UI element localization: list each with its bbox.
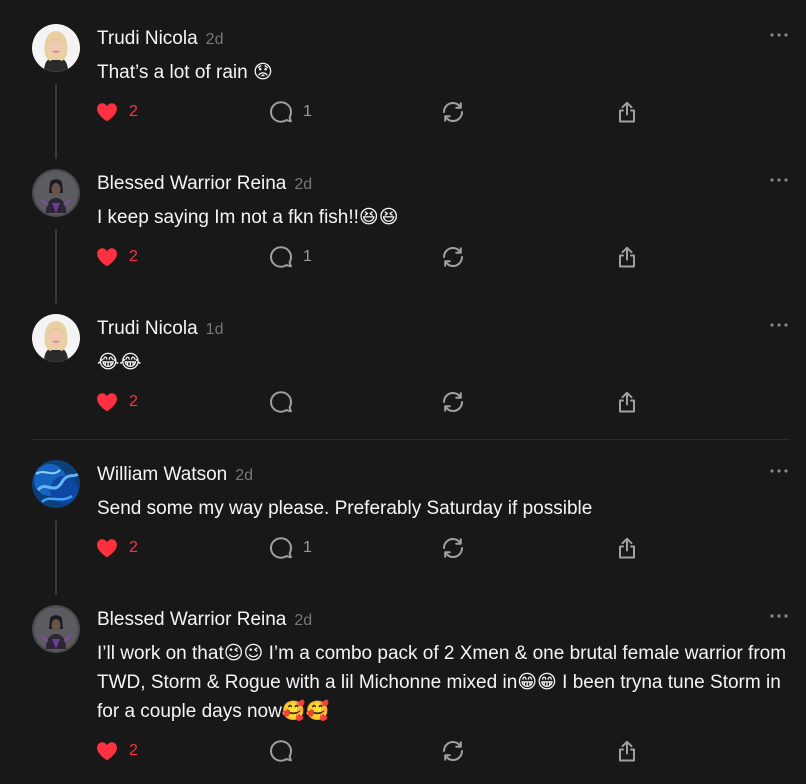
heart-icon [95, 245, 119, 269]
repost-icon [441, 390, 465, 414]
like-count: 2 [129, 248, 138, 265]
post-header: Trudi Nicola 2d [97, 27, 223, 52]
post-header: Blessed Warrior Reina 2d [97, 608, 312, 633]
action-bar: 2 1 [95, 535, 655, 561]
post-header: Trudi Nicola 1d [97, 317, 223, 342]
repost-icon [441, 245, 465, 269]
post-time: 1d [205, 321, 224, 338]
like-button[interactable]: 2 [95, 389, 138, 415]
repost-button[interactable] [441, 738, 465, 764]
thread-line [55, 229, 57, 304]
comment-icon [269, 100, 293, 124]
comment-icon [269, 739, 293, 763]
share-button[interactable] [615, 389, 639, 415]
share-button[interactable] [615, 738, 639, 764]
post-text: That’s a lot of rain 😟 [97, 62, 273, 83]
more-icon[interactable] [768, 173, 790, 187]
like-count: 2 [129, 742, 138, 759]
share-icon [615, 536, 639, 560]
share-button[interactable] [615, 244, 639, 270]
share-icon [615, 739, 639, 763]
more-icon[interactable] [768, 28, 790, 42]
like-count: 2 [129, 539, 138, 556]
repost-icon [441, 536, 465, 560]
more-icon[interactable] [768, 464, 790, 478]
avatar[interactable] [32, 169, 80, 217]
post-text: Send some my way please. Preferably Satu… [97, 498, 593, 519]
thread-line [55, 520, 57, 595]
post-header: Blessed Warrior Reina 2d [97, 172, 312, 197]
post-text: I’ll work on that😉😉 I’m a combo pack of … [97, 643, 787, 722]
more-icon[interactable] [768, 318, 790, 332]
share-icon [615, 245, 639, 269]
post-time: 2d [235, 467, 253, 484]
action-bar: 2 1 [95, 99, 655, 125]
reply-button[interactable]: 1 [269, 535, 312, 561]
comment-icon [269, 245, 293, 269]
post-time: 2d [294, 176, 313, 193]
like-button[interactable]: 2 [95, 738, 138, 764]
avatar[interactable] [32, 460, 80, 508]
thread-divider [32, 439, 790, 440]
like-count: 2 [129, 393, 138, 410]
action-bar: 2 [95, 389, 655, 415]
avatar[interactable] [32, 314, 80, 362]
action-bar: 2 [95, 738, 655, 764]
like-count: 2 [129, 103, 138, 120]
avatar[interactable] [32, 605, 80, 653]
repost-icon [441, 100, 465, 124]
heart-icon [95, 390, 119, 414]
reply-button[interactable] [269, 389, 303, 415]
like-button[interactable]: 2 [95, 244, 138, 270]
heart-icon [95, 536, 119, 560]
like-button[interactable]: 2 [95, 535, 138, 561]
repost-icon [441, 739, 465, 763]
repost-button[interactable] [441, 99, 465, 125]
post-header: William Watson 2d [97, 463, 253, 488]
heart-icon [95, 739, 119, 763]
post-text: I keep saying Im not a fkn fish!!😆😆 [97, 207, 399, 228]
username[interactable]: William Watson [97, 464, 227, 485]
thread-line [55, 84, 57, 159]
like-button[interactable]: 2 [95, 99, 138, 125]
share-button[interactable] [615, 99, 639, 125]
reply-count: 1 [303, 539, 312, 556]
repost-button[interactable] [441, 389, 465, 415]
reply-count: 1 [303, 103, 312, 120]
username[interactable]: Blessed Warrior Reina [97, 173, 286, 194]
username[interactable]: Trudi Nicola [97, 318, 198, 339]
comment-icon [269, 390, 293, 414]
repost-button[interactable] [441, 244, 465, 270]
reply-button[interactable] [269, 738, 303, 764]
username[interactable]: Blessed Warrior Reina [97, 609, 286, 630]
post-time: 2d [205, 31, 224, 48]
more-icon[interactable] [768, 609, 790, 623]
share-icon [615, 100, 639, 124]
avatar[interactable] [32, 24, 80, 72]
share-button[interactable] [615, 535, 639, 561]
reply-button[interactable]: 1 [269, 244, 312, 270]
post-time: 2d [294, 612, 313, 629]
reply-button[interactable]: 1 [269, 99, 312, 125]
reply-count: 1 [303, 248, 312, 265]
username[interactable]: Trudi Nicola [97, 28, 198, 49]
heart-icon [95, 100, 119, 124]
post-text: 😂😂 [97, 352, 142, 373]
action-bar: 2 1 [95, 244, 655, 270]
repost-button[interactable] [441, 535, 465, 561]
comment-icon [269, 536, 293, 560]
share-icon [615, 390, 639, 414]
